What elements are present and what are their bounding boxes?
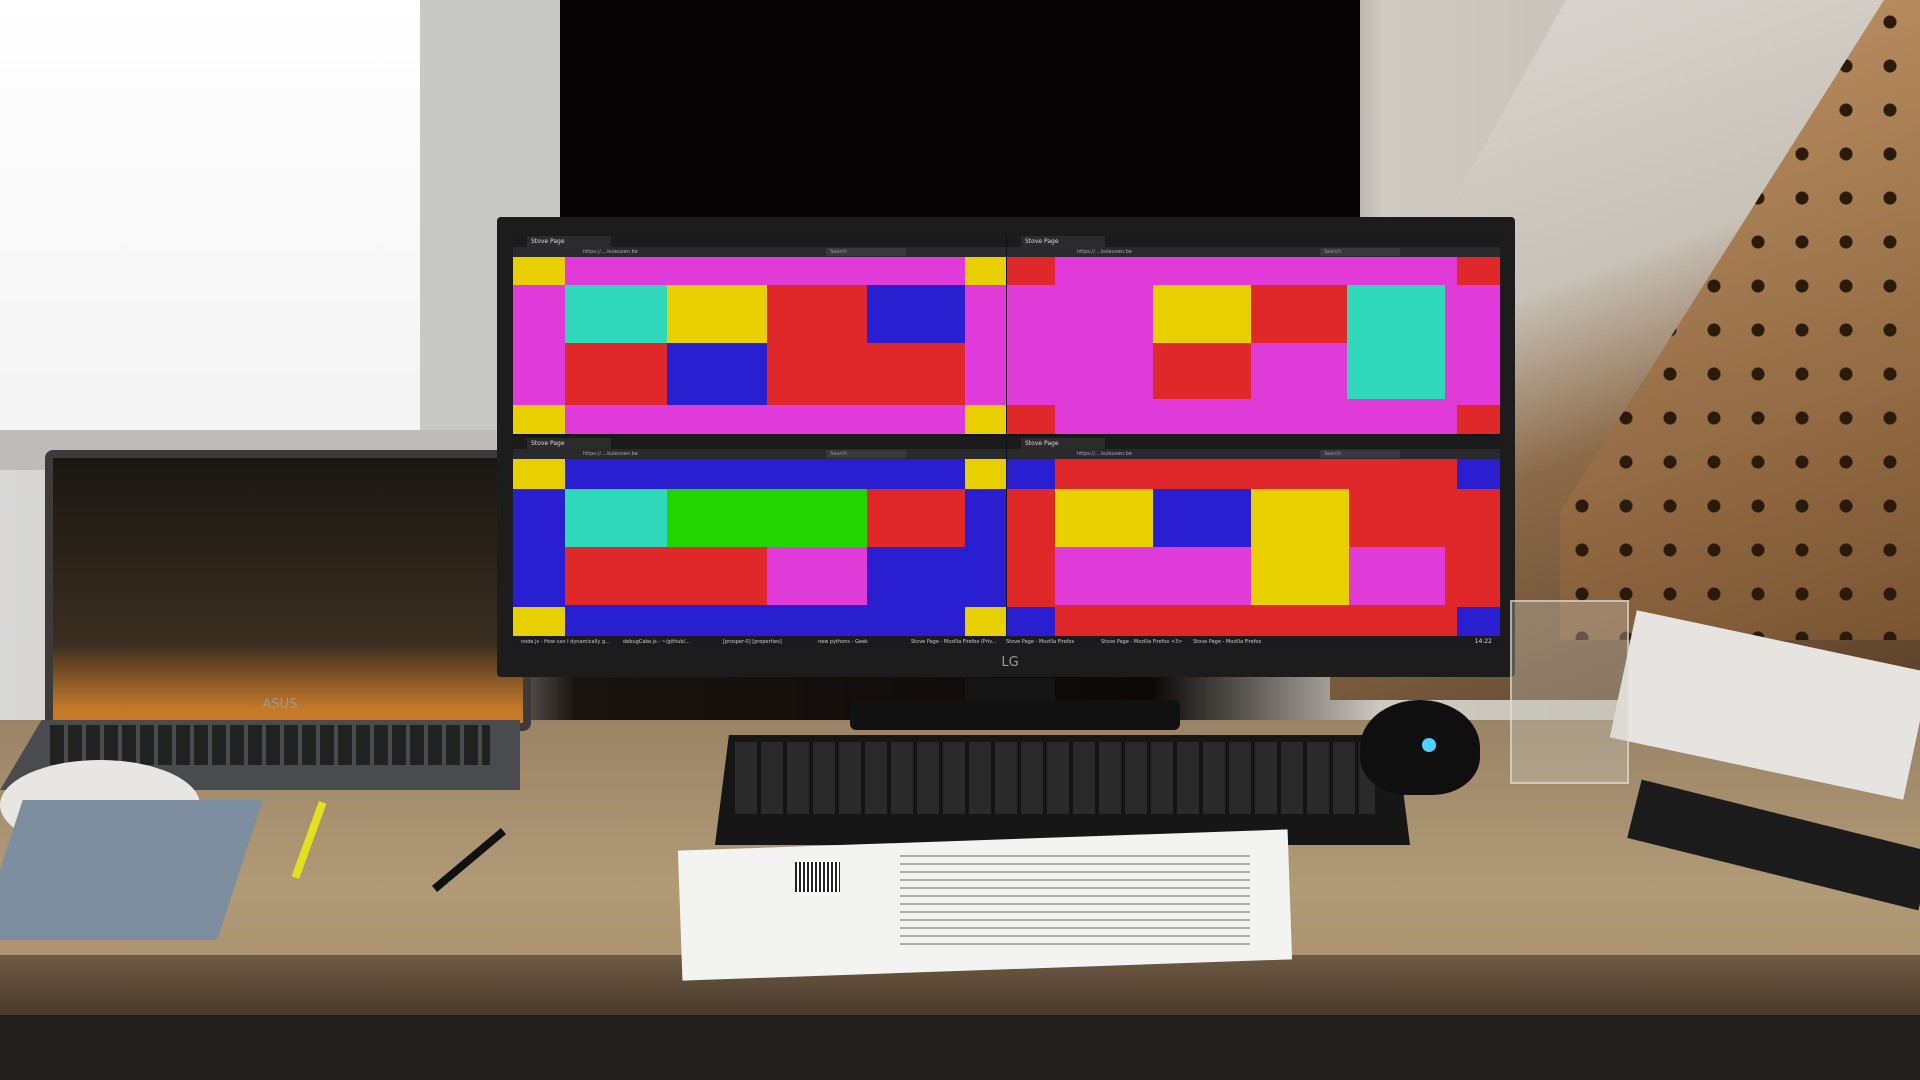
taskbar-item[interactable]: new pythons - Geek [818, 637, 868, 647]
block [1055, 547, 1251, 605]
block [1457, 405, 1500, 434]
block [1153, 489, 1251, 547]
keyboard-keys [735, 742, 1375, 814]
monitor-stand-base [850, 700, 1180, 730]
url-bar[interactable]: https://....kuleuven.be Search [513, 449, 1006, 459]
monitor-screen: Stove Page https://....kuleuven.be Searc… [513, 234, 1500, 648]
window-glass [0, 0, 420, 430]
url-bar[interactable]: https://....kuleuven.be Search [1007, 247, 1500, 257]
url-bar[interactable]: https://....kuleuven.be Search [513, 247, 1006, 257]
url-bar[interactable]: https://....kuleuven.be Search [1007, 449, 1500, 459]
block [1251, 489, 1349, 605]
block [1457, 607, 1500, 636]
page-content [513, 459, 1006, 636]
block [1007, 257, 1055, 285]
block [513, 607, 565, 636]
mouse-logo-icon [1422, 738, 1436, 752]
search-input[interactable]: Search [1320, 248, 1400, 256]
block [1349, 547, 1445, 605]
block [1007, 459, 1055, 489]
block [1347, 285, 1445, 399]
block [965, 257, 1006, 285]
block [965, 405, 1006, 434]
block [565, 489, 667, 547]
block [767, 285, 867, 405]
block [513, 405, 565, 434]
taskbar-item[interactable]: Stove Page - Mozilla Firefox [1006, 637, 1074, 647]
block [767, 547, 867, 605]
page-content [1007, 459, 1500, 636]
block [667, 489, 867, 547]
block [565, 285, 667, 343]
block [667, 343, 767, 405]
url-text: https://....kuleuven.be [583, 451, 638, 457]
dark-opening [560, 0, 1360, 240]
block [565, 547, 767, 605]
page-content [1007, 257, 1500, 434]
block [1457, 459, 1500, 489]
taskbar-item[interactable]: node.js - How can I dynamically g... [521, 637, 610, 647]
barcode [795, 862, 840, 892]
block [965, 459, 1006, 489]
tab-bar: Stove Page [513, 436, 1006, 449]
tab-stove-page[interactable]: Stove Page [527, 236, 611, 247]
taskbar-item[interactable]: Stove Page - Mozilla Firefox [1193, 637, 1261, 647]
tab-stove-page[interactable]: Stove Page [527, 438, 611, 449]
block [513, 459, 565, 489]
url-text: https://....kuleuven.be [1077, 249, 1132, 255]
url-text: https://....kuleuven.be [1077, 451, 1132, 457]
drinking-glass [1510, 600, 1629, 784]
laptop-screen [45, 450, 531, 731]
url-text: https://....kuleuven.be [583, 249, 638, 255]
laptop-brand-logo: ASUS [262, 697, 298, 712]
laptop-keyboard [50, 725, 490, 765]
browser-window-top-left: Stove Page https://....kuleuven.be Searc… [513, 234, 1006, 434]
block [1007, 405, 1055, 434]
taskbar-item[interactable]: Stove Page - Mozilla Firefox <3> [1101, 637, 1182, 647]
block [1055, 489, 1153, 547]
search-input[interactable]: Search [826, 450, 906, 458]
block [513, 257, 565, 285]
browser-window-bottom-right: Stove Page https://....kuleuven.be Searc… [1007, 436, 1500, 636]
tab-stove-page[interactable]: Stove Page [1021, 236, 1105, 247]
block [1457, 257, 1500, 285]
browser-window-bottom-left: Stove Page https://....kuleuven.be Searc… [513, 436, 1006, 636]
document-text-lines [900, 855, 1250, 950]
mouse [1360, 700, 1480, 795]
tab-stove-page[interactable]: Stove Page [1021, 438, 1105, 449]
taskbar-item[interactable]: debugCake.js - ~/github/... [623, 637, 690, 647]
block [565, 343, 667, 405]
search-input[interactable]: Search [826, 248, 906, 256]
tab-bar: Stove Page [1007, 234, 1500, 247]
tab-bar: Stove Page [513, 234, 1006, 247]
block [1007, 607, 1055, 636]
block [1153, 285, 1251, 343]
taskbar: node.js - How can I dynamically g... deb… [513, 636, 1500, 648]
taskbar-clock: 14:22 [1474, 638, 1492, 645]
block [965, 607, 1006, 636]
search-input[interactable]: Search [1320, 450, 1400, 458]
monitor-brand-logo: LG [1001, 655, 1019, 670]
tab-bar: Stove Page [1007, 436, 1500, 449]
block [867, 285, 965, 343]
page-content [513, 257, 1006, 434]
block [1251, 285, 1347, 343]
block [867, 489, 965, 547]
floor [0, 1015, 1920, 1080]
block [867, 343, 965, 405]
block [1153, 343, 1251, 399]
taskbar-item[interactable]: Stove Page - Mozilla Firefox (Priv... [911, 637, 997, 647]
browser-window-top-right: Stove Page https://....kuleuven.be Searc… [1007, 234, 1500, 434]
taskbar-item[interactable]: [prosper-0] [properties] [723, 637, 782, 647]
notebook [0, 800, 263, 940]
block [667, 285, 767, 343]
